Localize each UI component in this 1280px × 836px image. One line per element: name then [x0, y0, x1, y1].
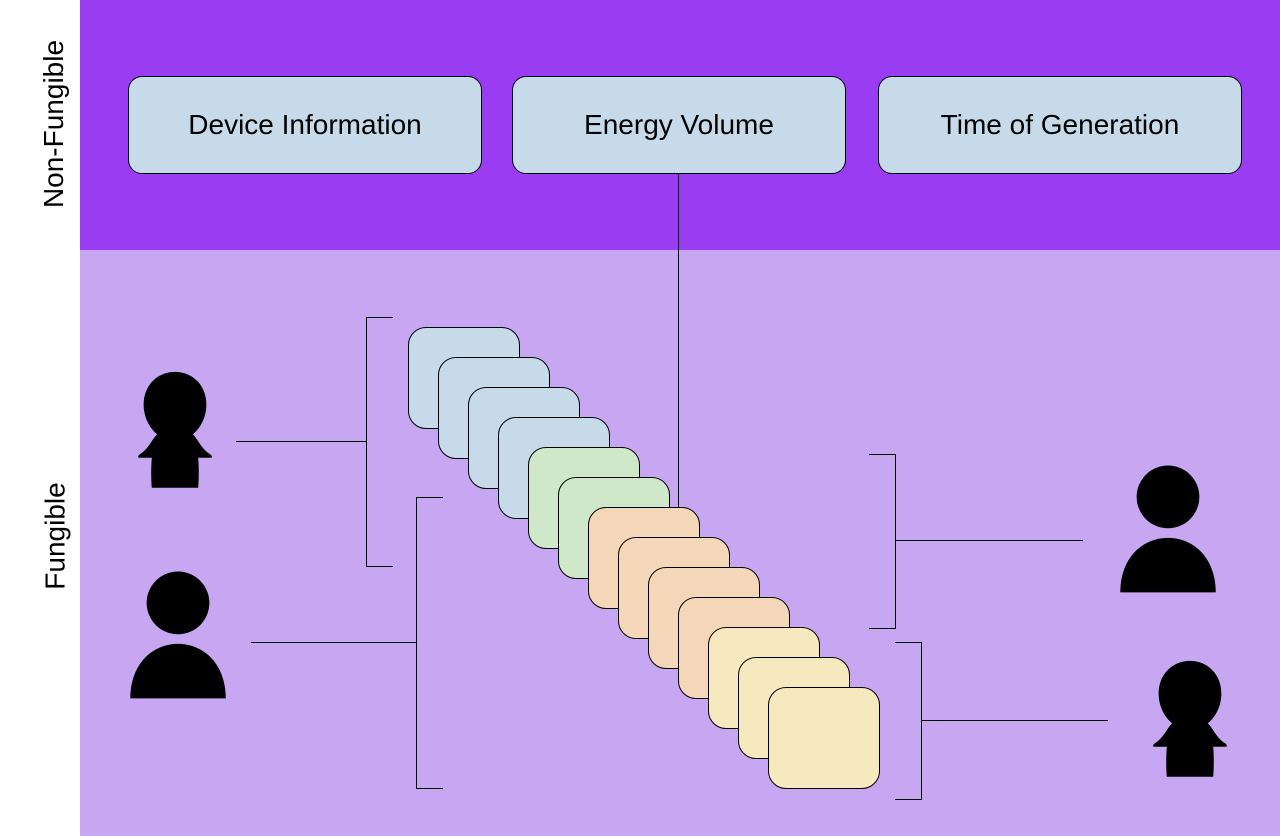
axis-label-fungible: Fungible	[40, 482, 72, 589]
person-female-icon	[1120, 654, 1260, 804]
box-energy-volume: Energy Volume	[512, 76, 846, 174]
connector-energy-to-stack	[678, 173, 679, 530]
person-female-icon	[105, 365, 245, 515]
connector-right-bot	[921, 720, 1108, 721]
bracket-right-bot	[895, 642, 922, 800]
person-male-icon	[108, 562, 248, 712]
bracket-left-top	[366, 317, 393, 567]
person-male-icon	[1098, 456, 1238, 606]
box-device-information: Device Information	[128, 76, 482, 174]
bracket-left-bot	[416, 497, 443, 789]
connector-right-top	[895, 540, 1083, 541]
bracket-right-top	[869, 454, 896, 629]
connector-left-top	[236, 441, 366, 442]
axis-label-nonfungible: Non-Fungible	[38, 40, 70, 208]
card-13	[768, 687, 880, 789]
box-time-of-generation: Time of Generation	[878, 76, 1242, 174]
connector-left-bot	[251, 642, 416, 643]
